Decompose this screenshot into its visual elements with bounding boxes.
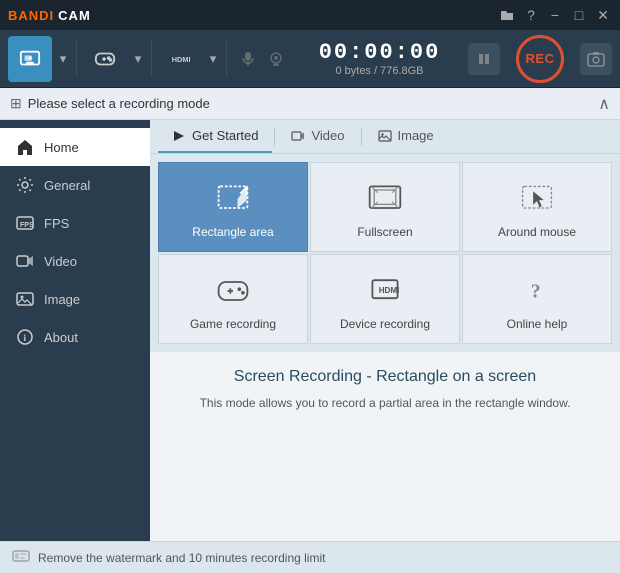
svg-text:HDMI: HDMI [172,54,191,63]
sidebar-label-fps: FPS [44,216,69,231]
rec-label: REC [526,51,555,66]
description-text: This mode allows you to record a partial… [170,394,600,412]
hdmi-button[interactable]: HDMI [158,36,202,82]
sidebar-item-image[interactable]: Image [0,280,150,318]
mode-game-label: Game recording [190,317,276,331]
tab-image-label: Image [398,128,434,143]
tabs-bar: Get Started Video Image [150,120,620,154]
help-button[interactable]: ? [522,6,540,24]
screenshot-button[interactable] [580,43,612,75]
sep3 [226,41,227,77]
mode-rectangle-label: Rectangle area [192,225,273,239]
svg-text:i: i [24,333,27,343]
tab-sep-1 [274,128,275,146]
statusbar: Remove the watermark and 10 minutes reco… [0,541,620,573]
mode-rectangle[interactable]: Rectangle area [158,162,308,252]
sidebar-label-video: Video [44,254,77,269]
game-record-button[interactable] [83,36,127,82]
modes-grid: Rectangle area Fullscreen [150,154,620,352]
sidebar-item-about[interactable]: i About [0,318,150,356]
folder-button[interactable] [498,6,516,24]
timer-text: 00:00:00 [319,40,441,65]
mode-help[interactable]: ? Online help [462,254,612,344]
tab-get-started[interactable]: Get Started [158,120,272,153]
main-layout: Home General FPS FPS Video [0,120,620,541]
mode-around-mouse[interactable]: Around mouse [462,162,612,252]
svg-text:HDMI: HDMI [379,286,400,295]
tab-sep-2 [361,128,362,146]
sidebar-item-general[interactable]: General [0,166,150,204]
description-area: Screen Recording - Rectangle on a screen… [150,352,620,541]
tab-video[interactable]: Video [277,120,358,153]
file-size-text: 0 bytes / 776.8GB [335,65,423,77]
collapse-icon[interactable]: ∧ [598,94,610,114]
recording-section: 00:00:00 0 bytes / 776.8GB [295,40,464,77]
hdmi-mode-arrow[interactable]: ▾ [206,36,220,82]
sidebar-label-general: General [44,178,90,193]
sidebar-item-home[interactable]: Home [0,128,150,166]
svg-text:?: ? [531,280,541,302]
tab-image[interactable]: Image [364,120,448,153]
app-logo: BANDI CAM [8,8,91,23]
toolbar: ▾ ▾ HDMI ▾ [0,30,620,88]
sidebar-item-fps[interactable]: FPS FPS [0,204,150,242]
game-mode-arrow[interactable]: ▾ [131,36,145,82]
mode-device-label: Device recording [340,317,430,331]
description-title: Screen Recording - Rectangle on a screen [170,368,600,386]
microphone-icon[interactable] [237,50,259,68]
mode-bar-icon: ⊞ [10,95,22,112]
sidebar: Home General FPS FPS Video [0,120,150,541]
sep1 [76,41,77,77]
mode-device[interactable]: HDMI Device recording [310,254,460,344]
mode-fullscreen[interactable]: Fullscreen [310,162,460,252]
mode-game[interactable]: Game recording [158,254,308,344]
sidebar-label-image: Image [44,292,80,307]
webcam-icon[interactable] [265,50,287,68]
statusbar-text: Remove the watermark and 10 minutes reco… [38,551,325,565]
logo-band: BANDI [8,8,54,23]
svg-text:FPS: FPS [20,222,34,229]
sidebar-label-home: Home [44,140,79,155]
mode-help-label: Online help [507,317,568,331]
screen-record-button[interactable] [8,36,52,82]
tab-video-label: Video [311,128,344,143]
sep2 [151,41,152,77]
maximize-button[interactable]: □ [570,6,588,24]
mode-bar: ⊞ Please select a recording mode ∧ [0,88,620,120]
mode-bar-text: Please select a recording mode [28,96,599,111]
rec-button[interactable]: REC [516,35,564,83]
close-button[interactable]: ✕ [594,6,612,24]
content-area: Get Started Video Image [150,120,620,541]
sidebar-item-video[interactable]: Video [0,242,150,280]
sidebar-label-about: About [44,330,78,345]
mode-fullscreen-label: Fullscreen [357,225,412,239]
logo-cam: CAM [58,8,91,23]
timer-display: 00:00:00 0 bytes / 776.8GB [319,40,441,77]
tab-get-started-label: Get Started [192,128,258,143]
window-controls: ? − □ ✕ [498,6,612,24]
pause-button[interactable] [468,43,500,75]
minimize-button[interactable]: − [546,6,564,24]
screen-mode-arrow[interactable]: ▾ [56,36,70,82]
statusbar-icon [12,549,30,566]
mode-around-mouse-label: Around mouse [498,225,576,239]
titlebar: BANDI CAM ? − □ ✕ [0,0,620,30]
